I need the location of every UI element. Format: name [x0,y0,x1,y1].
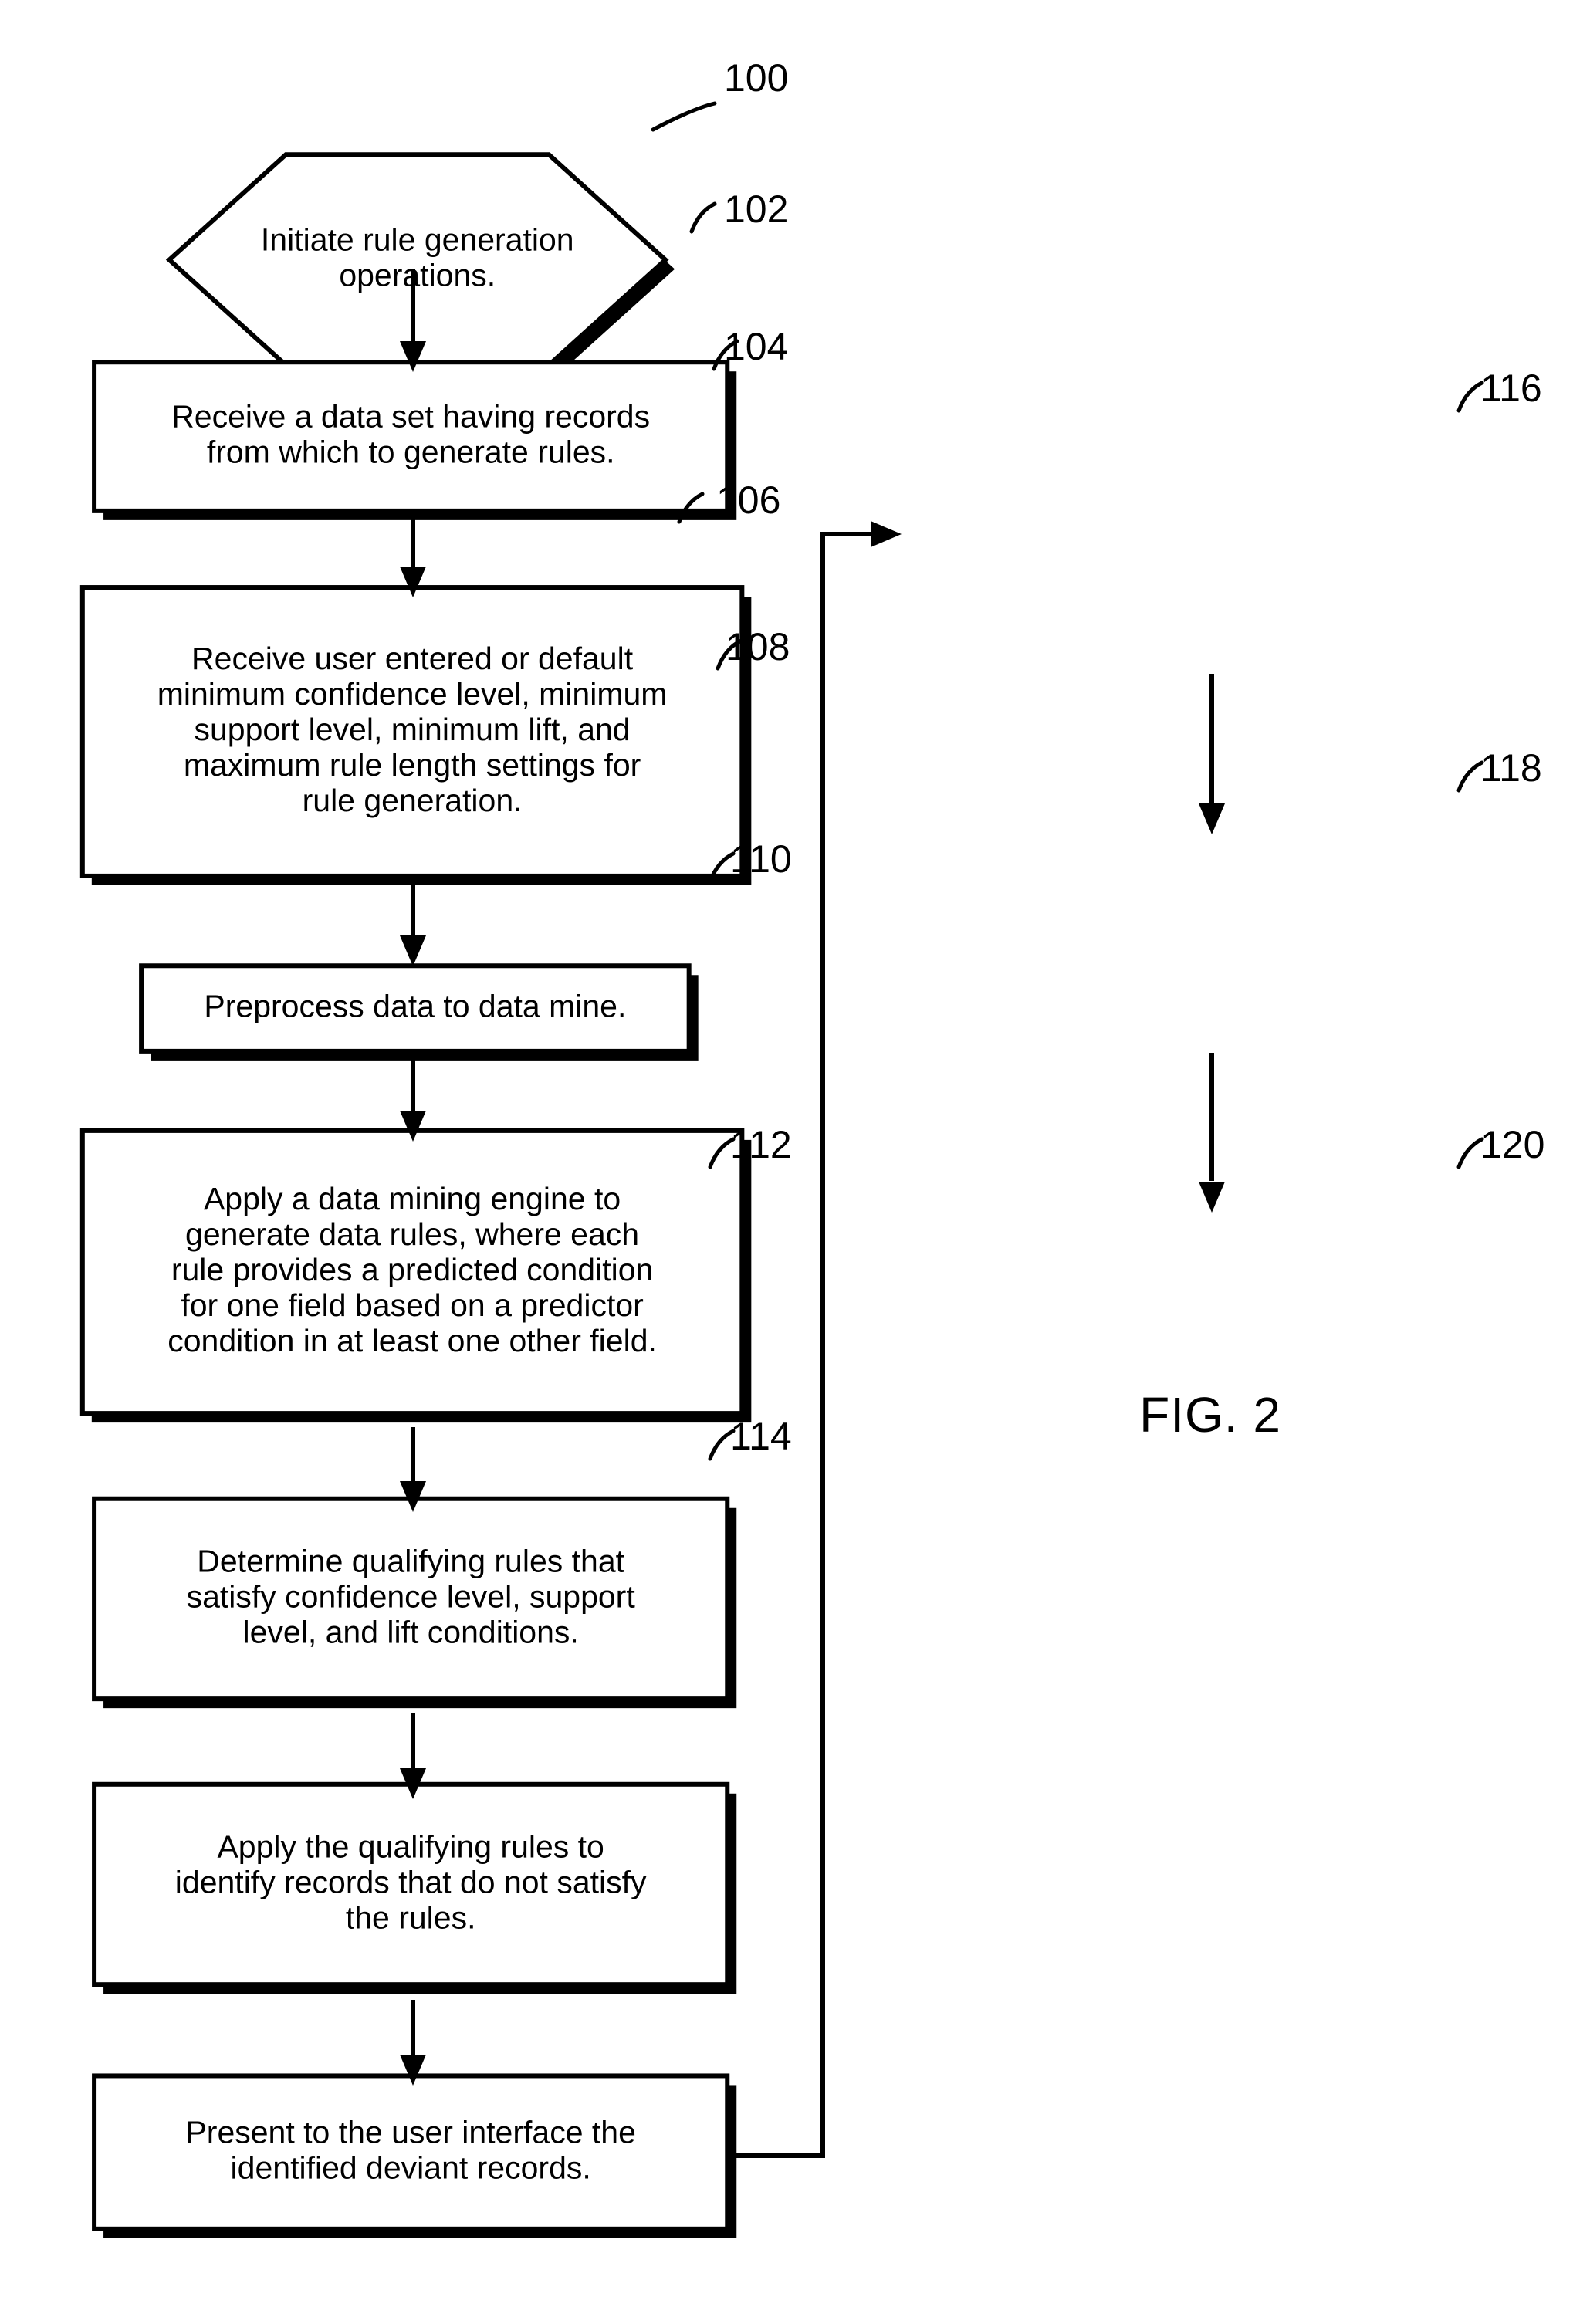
leader-line [689,201,717,234]
flow-node-104: Receive user entered or default minimum c… [80,585,752,885]
node-label: Present to the user interface the identif… [185,2114,635,2185]
reference-numeral: 104 [724,325,788,368]
reference-numeral: 100 [724,56,788,100]
node-label: Receive a data set having records from wh… [171,398,650,469]
reference-callout-118: 118 [1456,746,1542,793]
flowchart-canvas: Initiate rule generation operations.Recei… [80,56,1544,2238]
node-label: Determine qualifying rules that satisfy c… [187,1543,636,1649]
reference-numerals-layer: 100 102 104 106 108 110 112 114 116 118 120 [651,56,1544,1461]
reference-callout-104: 104 [712,325,788,371]
reference-callout-100: 100 [651,56,788,132]
leader-line [1456,381,1484,413]
figure-caption: FIG. 2 [1139,1387,1281,1443]
reference-numeral: 120 [1480,1123,1544,1166]
reference-numeral: 112 [730,1123,792,1166]
reference-numeral: 110 [730,837,792,881]
reference-callout-116: 116 [1456,367,1542,413]
reference-numeral: 118 [1480,746,1542,790]
flow-node-112: Apply the qualifying rules to identify re… [92,1781,737,1994]
reference-numeral: 114 [730,1415,792,1458]
leader-line [1456,1137,1484,1169]
flow-node-108: Apply a data mining engine to generate da… [80,1128,752,1423]
reference-numeral: 108 [726,625,790,668]
node-label: Preprocess data to data mine. [204,988,626,1023]
connector-118-120 [1199,1053,1225,1213]
reference-numeral: 102 [724,188,788,231]
reference-numeral: 116 [1480,367,1542,410]
flow-node-106: Preprocess data to data mine. [139,963,699,1061]
reference-callout-108: 108 [716,625,790,671]
reference-numeral: 106 [716,479,780,522]
connector-114-116 [736,521,902,2158]
connector-104-106 [400,880,426,966]
reference-callout-102: 102 [689,188,788,234]
patent-figure: Initiate rule generation operations. Recei… [0,0,1590,2324]
connector-116-118 [1199,674,1225,834]
reference-callout-120: 120 [1456,1123,1544,1169]
flow-node-110: Determine qualifying rules that satisfy c… [92,1496,737,1709]
flow-node-102: Receive a data set having records from wh… [92,360,737,520]
node-label: Apply a data mining engine to generate da… [167,1181,657,1358]
flow-node-114: Present to the user interface the identif… [92,2073,737,2238]
connector-112-114 [400,2000,426,2086]
nodes-layer: Initiate rule generation operations.Recei… [80,152,752,2238]
leader-line [651,101,717,132]
connector-102-104 [400,513,426,597]
leader-line [1456,760,1484,793]
